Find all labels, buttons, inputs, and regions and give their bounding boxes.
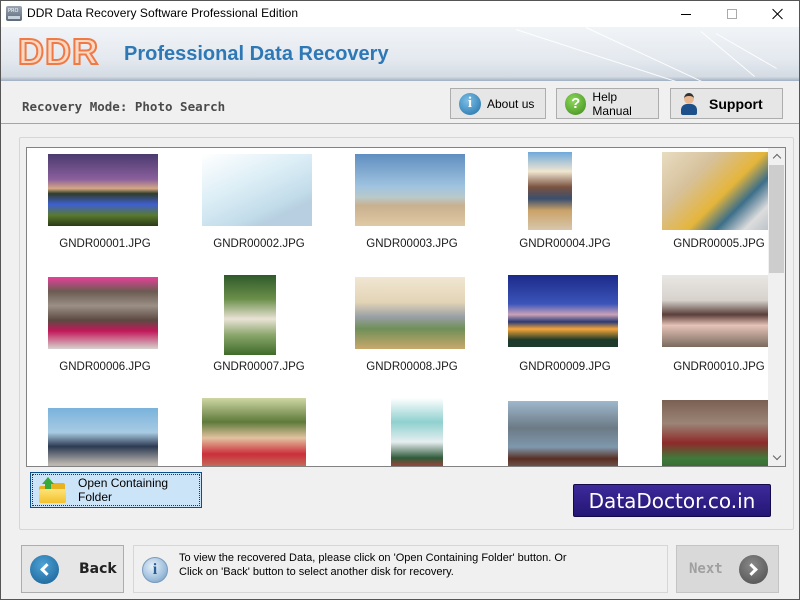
photo-filename: GNDR00006.JPG — [59, 361, 151, 373]
scroll-down-button[interactable] — [768, 449, 785, 466]
datadoctor-link[interactable]: DataDoctor.co.in — [573, 484, 771, 517]
ddr-logo: DDR — [17, 30, 99, 73]
photo-thumbnail-image[interactable] — [48, 154, 158, 226]
info-line-2: Click on 'Back' button to select another… — [179, 566, 454, 578]
photo-thumbnail-image[interactable] — [355, 277, 465, 349]
photo-thumbnail-item[interactable] — [30, 398, 180, 466]
close-button[interactable] — [755, 1, 800, 27]
photo-thumbnail-item[interactable]: GNDR00007.JPG — [184, 275, 334, 393]
app-icon — [6, 6, 22, 21]
divider — [1, 123, 799, 124]
photo-filename: GNDR00001.JPG — [59, 238, 151, 250]
recovery-mode-label: Recovery Mode: Photo Search — [22, 99, 226, 114]
window-title: DDR Data Recovery Software Professional … — [27, 6, 299, 20]
photo-thumbnail-item[interactable] — [490, 398, 640, 466]
open-folder-icon — [39, 477, 66, 503]
photo-thumbnail-image[interactable] — [202, 154, 312, 226]
photo-filename: GNDR00007.JPG — [213, 361, 305, 373]
photo-thumbnail-image[interactable] — [508, 401, 618, 466]
photo-filename: GNDR00005.JPG — [673, 238, 765, 250]
photo-thumbnail-image[interactable] — [508, 275, 618, 347]
vertical-scrollbar[interactable] — [768, 148, 785, 466]
photo-thumbnail-image[interactable] — [202, 398, 306, 466]
photo-filename: GNDR00002.JPG — [213, 238, 305, 250]
minimize-button[interactable] — [663, 1, 709, 27]
scroll-up-button[interactable] — [768, 148, 785, 165]
photo-thumbnail-item[interactable]: GNDR00009.JPG — [490, 275, 640, 393]
back-label: Back — [79, 561, 117, 577]
support-agent-icon — [681, 92, 697, 115]
photo-thumbnail-image[interactable] — [48, 277, 158, 349]
maximize-button[interactable] — [709, 1, 755, 27]
photo-thumbnail-item[interactable]: GNDR00006.JPG — [30, 275, 180, 393]
support-label: Support — [709, 95, 763, 112]
recovered-photos-gallery[interactable]: GNDR00001.JPG GNDR00002.JPG GNDR00003.JPG G… — [26, 147, 786, 467]
back-button[interactable]: Back — [21, 545, 124, 593]
banner-decoration — [515, 29, 678, 81]
about-us-label: About us — [487, 96, 535, 111]
photo-thumbnail-item[interactable]: GNDR00010.JPG — [644, 275, 785, 393]
photo-thumbnail-image[interactable] — [355, 154, 465, 226]
photo-filename: GNDR00009.JPG — [519, 361, 611, 373]
close-icon — [772, 8, 784, 20]
app-window: DDR Data Recovery Software Professional … — [0, 0, 800, 600]
photo-thumbnail-item[interactable] — [644, 398, 785, 466]
photo-thumbnail-item[interactable]: GNDR00008.JPG — [337, 275, 487, 393]
chevron-down-icon — [772, 451, 781, 461]
photo-thumbnail-image[interactable] — [528, 152, 572, 230]
help-icon: ? — [565, 92, 587, 115]
open-containing-folder-button[interactable]: Open Containing Folder — [30, 472, 202, 508]
photo-thumbnail-item[interactable] — [184, 398, 334, 466]
photo-thumbnail-item[interactable]: GNDR00003.JPG — [337, 152, 487, 270]
photo-thumbnail-image[interactable] — [662, 152, 772, 230]
photo-thumbnail-image[interactable] — [662, 275, 772, 347]
next-arrow-icon — [738, 554, 768, 584]
photo-filename: GNDR00003.JPG — [366, 238, 458, 250]
photo-thumbnail-image[interactable] — [391, 398, 443, 466]
photo-thumbnail-item[interactable]: GNDR00002.JPG — [184, 152, 334, 270]
minimize-icon — [681, 13, 691, 15]
next-button[interactable]: Next — [676, 545, 779, 593]
photo-thumbnail-image[interactable] — [224, 275, 276, 355]
open-folder-label: Open Containing Folder — [78, 476, 169, 504]
info-message: To view the recovered Data, please click… — [179, 551, 567, 579]
info-line-1: To view the recovered Data, please click… — [179, 552, 567, 564]
photo-thumbnail-item[interactable]: GNDR00005.JPG — [644, 152, 785, 270]
photo-thumbnail-item[interactable]: GNDR00004.JPG — [490, 152, 640, 270]
photo-filename: GNDR00008.JPG — [366, 361, 458, 373]
photo-thumbnail-item[interactable]: GNDR00001.JPG — [30, 152, 180, 270]
maximize-icon — [727, 9, 737, 19]
back-arrow-icon — [30, 554, 59, 584]
photo-thumbnail-image[interactable] — [662, 400, 772, 466]
chevron-up-icon — [772, 153, 781, 163]
photo-thumbnail-item[interactable] — [337, 398, 487, 466]
title-bar: DDR Data Recovery Software Professional … — [1, 1, 799, 27]
help-manual-button[interactable]: ? Help Manual — [556, 88, 659, 119]
product-title: Professional Data Recovery — [124, 43, 389, 65]
about-us-button[interactable]: i About us — [450, 88, 546, 119]
info-icon: i — [142, 557, 168, 583]
info-icon: i — [459, 92, 481, 115]
photo-filename: GNDR00010.JPG — [673, 361, 765, 373]
info-message-panel: i To view the recovered Data, please cli… — [133, 545, 668, 593]
photo-filename: GNDR00004.JPG — [519, 238, 611, 250]
scroll-thumb[interactable] — [769, 165, 784, 273]
support-button[interactable]: Support — [670, 88, 783, 119]
header-banner: DDR Professional Data Recovery — [1, 27, 799, 81]
help-manual-label: Help Manual — [592, 89, 632, 118]
photo-thumbnail-image[interactable] — [48, 408, 158, 466]
next-label: Next — [689, 561, 723, 577]
banner-decoration — [700, 31, 755, 77]
